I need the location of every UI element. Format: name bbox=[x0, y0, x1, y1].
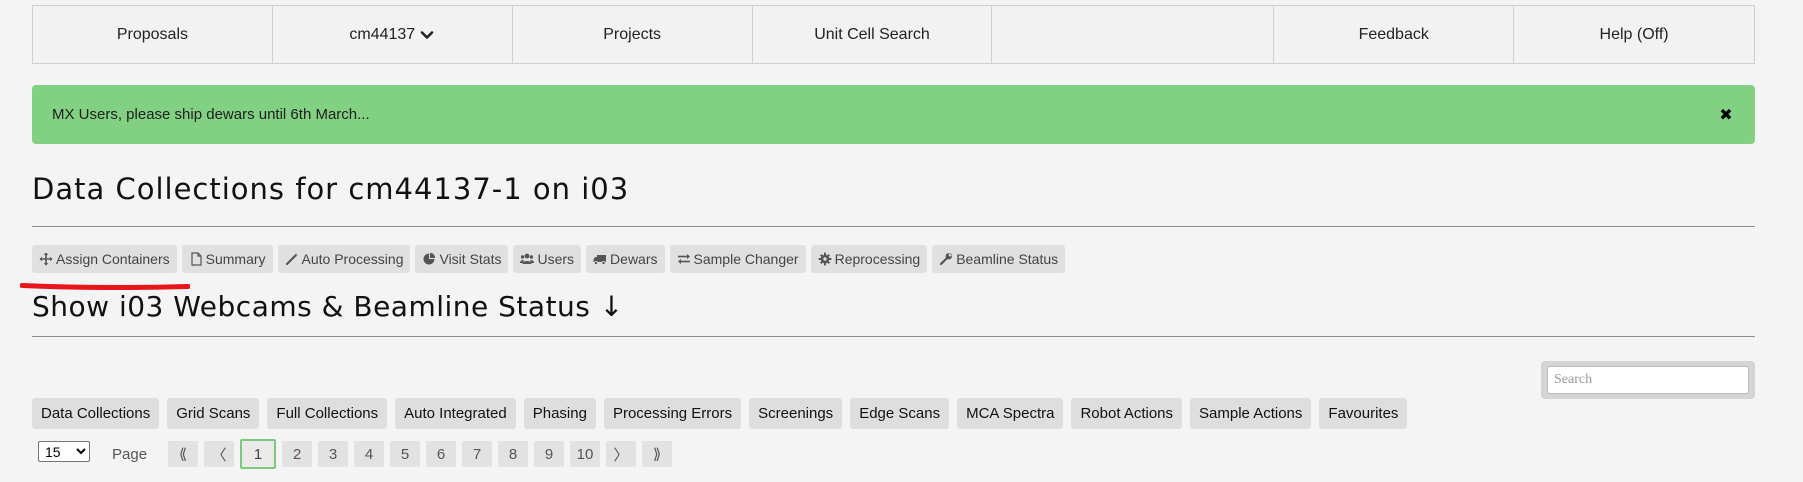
red-underline-annotation bbox=[20, 283, 190, 290]
top-nav: Proposals cm44137 Projects Unit Cell Sea… bbox=[32, 5, 1755, 64]
page-label: Page bbox=[112, 445, 148, 463]
truck-icon bbox=[593, 255, 607, 265]
nav-proposals[interactable]: Proposals bbox=[33, 6, 273, 63]
move-arrows-icon bbox=[39, 252, 53, 266]
page-button[interactable]: 8 bbox=[498, 441, 528, 467]
assign-containers-button[interactable]: Assign Containers bbox=[32, 245, 177, 273]
nav-help[interactable]: Help (Off) bbox=[1514, 6, 1754, 63]
page-title: Data Collections for cm44137-1 on i03 bbox=[32, 172, 630, 206]
visit-stats-button[interactable]: Visit Stats bbox=[415, 245, 509, 273]
users-button[interactable]: Users bbox=[513, 245, 582, 273]
next-page-button[interactable]: 〉 bbox=[606, 441, 636, 467]
page-button[interactable]: 7 bbox=[462, 441, 492, 467]
nav-proposals-label: Proposals bbox=[116, 25, 188, 43]
page-button[interactable]: 3 bbox=[318, 441, 348, 467]
pie-chart-icon bbox=[423, 252, 436, 265]
tab-grid-scans[interactable]: Grid Scans bbox=[167, 398, 260, 429]
magic-wand-icon bbox=[285, 253, 298, 266]
page-button[interactable]: 10 bbox=[570, 441, 600, 467]
summary-label: Summary bbox=[205, 251, 266, 267]
nav-help-label: Help (Off) bbox=[1599, 25, 1669, 43]
reprocessing-button[interactable]: Reprocessing bbox=[810, 245, 928, 273]
tab-mca-spectra[interactable]: MCA Spectra bbox=[957, 398, 1064, 429]
per-page-select[interactable]: 15 bbox=[38, 441, 90, 462]
pagination: Page ⟪ 〈 1 2 3 4 5 6 7 8 9 10 〉 ⟫ bbox=[112, 439, 672, 469]
prev-page-button[interactable]: 〈 bbox=[204, 441, 234, 467]
visit-toolbar: Assign Containers Summary Auto Processin… bbox=[32, 245, 1066, 273]
chevron-down-icon bbox=[420, 30, 434, 39]
tab-edge-scans[interactable]: Edge Scans bbox=[850, 398, 950, 429]
tab-sample-actions[interactable]: Sample Actions bbox=[1190, 398, 1312, 429]
tab-phasing[interactable]: Phasing bbox=[523, 398, 596, 429]
page-button[interactable]: 9 bbox=[534, 441, 564, 467]
nav-proposal-dropdown[interactable]: cm44137 bbox=[273, 6, 513, 63]
visit-stats-label: Visit Stats bbox=[439, 251, 502, 267]
sample-changer-button[interactable]: Sample Changer bbox=[669, 245, 806, 273]
last-page-button[interactable]: ⟫ bbox=[642, 441, 672, 467]
alert-message: MX Users, please ship dewars until 6th M… bbox=[52, 106, 370, 123]
nav-spacer bbox=[992, 6, 1275, 63]
alert-banner: MX Users, please ship dewars until 6th M… bbox=[32, 85, 1755, 144]
search-input[interactable] bbox=[1547, 366, 1749, 394]
nav-proposal-label: cm44137 bbox=[349, 25, 416, 43]
tab-processing-errors[interactable]: Processing Errors bbox=[603, 398, 742, 429]
tab-screenings[interactable]: Screenings bbox=[749, 398, 843, 429]
beamline-status-label: Beamline Status bbox=[956, 251, 1059, 267]
nav-unit-cell-search[interactable]: Unit Cell Search bbox=[753, 6, 993, 63]
auto-processing-button[interactable]: Auto Processing bbox=[277, 245, 411, 273]
search-box bbox=[1541, 361, 1755, 399]
page-button[interactable]: 4 bbox=[354, 441, 384, 467]
page-button[interactable]: 5 bbox=[390, 441, 420, 467]
nav-unit-cell-search-label: Unit Cell Search bbox=[814, 25, 930, 43]
exchange-arrows-icon bbox=[677, 254, 690, 264]
wrench-icon bbox=[940, 253, 953, 266]
beamline-status-button[interactable]: Beamline Status bbox=[932, 245, 1066, 273]
tab-full-collections[interactable]: Full Collections bbox=[267, 398, 388, 429]
page-button[interactable]: 6 bbox=[426, 441, 456, 467]
document-icon bbox=[191, 252, 202, 266]
assign-containers-label: Assign Containers bbox=[56, 251, 170, 267]
tab-favourites[interactable]: Favourites bbox=[1319, 398, 1408, 429]
users-icon bbox=[520, 253, 535, 264]
nav-feedback-label: Feedback bbox=[1358, 25, 1429, 43]
webcams-toggle[interactable]: Show i03 Webcams & Beamline Status ↓ bbox=[32, 290, 624, 323]
collection-type-tabs: Data Collections Grid Scans Full Collect… bbox=[32, 398, 1408, 429]
nav-projects-label: Projects bbox=[603, 25, 662, 43]
page-button[interactable]: 2 bbox=[282, 441, 312, 467]
reprocessing-label: Reprocessing bbox=[834, 251, 921, 267]
tab-data-collections[interactable]: Data Collections bbox=[32, 398, 160, 429]
gear-icon bbox=[818, 252, 831, 266]
auto-processing-label: Auto Processing bbox=[301, 251, 404, 267]
webcams-divider bbox=[32, 336, 1755, 337]
dewars-button[interactable]: Dewars bbox=[586, 245, 665, 273]
first-page-button[interactable]: ⟪ bbox=[168, 441, 198, 467]
page: Proposals cm44137 Projects Unit Cell Sea… bbox=[0, 0, 1803, 482]
close-icon[interactable]: ✖ bbox=[1717, 105, 1735, 125]
title-divider bbox=[32, 226, 1755, 227]
tab-robot-actions[interactable]: Robot Actions bbox=[1071, 398, 1183, 429]
summary-button[interactable]: Summary bbox=[181, 245, 273, 273]
nav-projects[interactable]: Projects bbox=[513, 6, 753, 63]
page-button-current[interactable]: 1 bbox=[240, 439, 276, 469]
nav-feedback[interactable]: Feedback bbox=[1274, 6, 1515, 63]
users-label: Users bbox=[537, 251, 575, 267]
sample-changer-label: Sample Changer bbox=[693, 251, 799, 267]
dewars-label: Dewars bbox=[610, 251, 658, 267]
tab-auto-integrated[interactable]: Auto Integrated bbox=[395, 398, 516, 429]
